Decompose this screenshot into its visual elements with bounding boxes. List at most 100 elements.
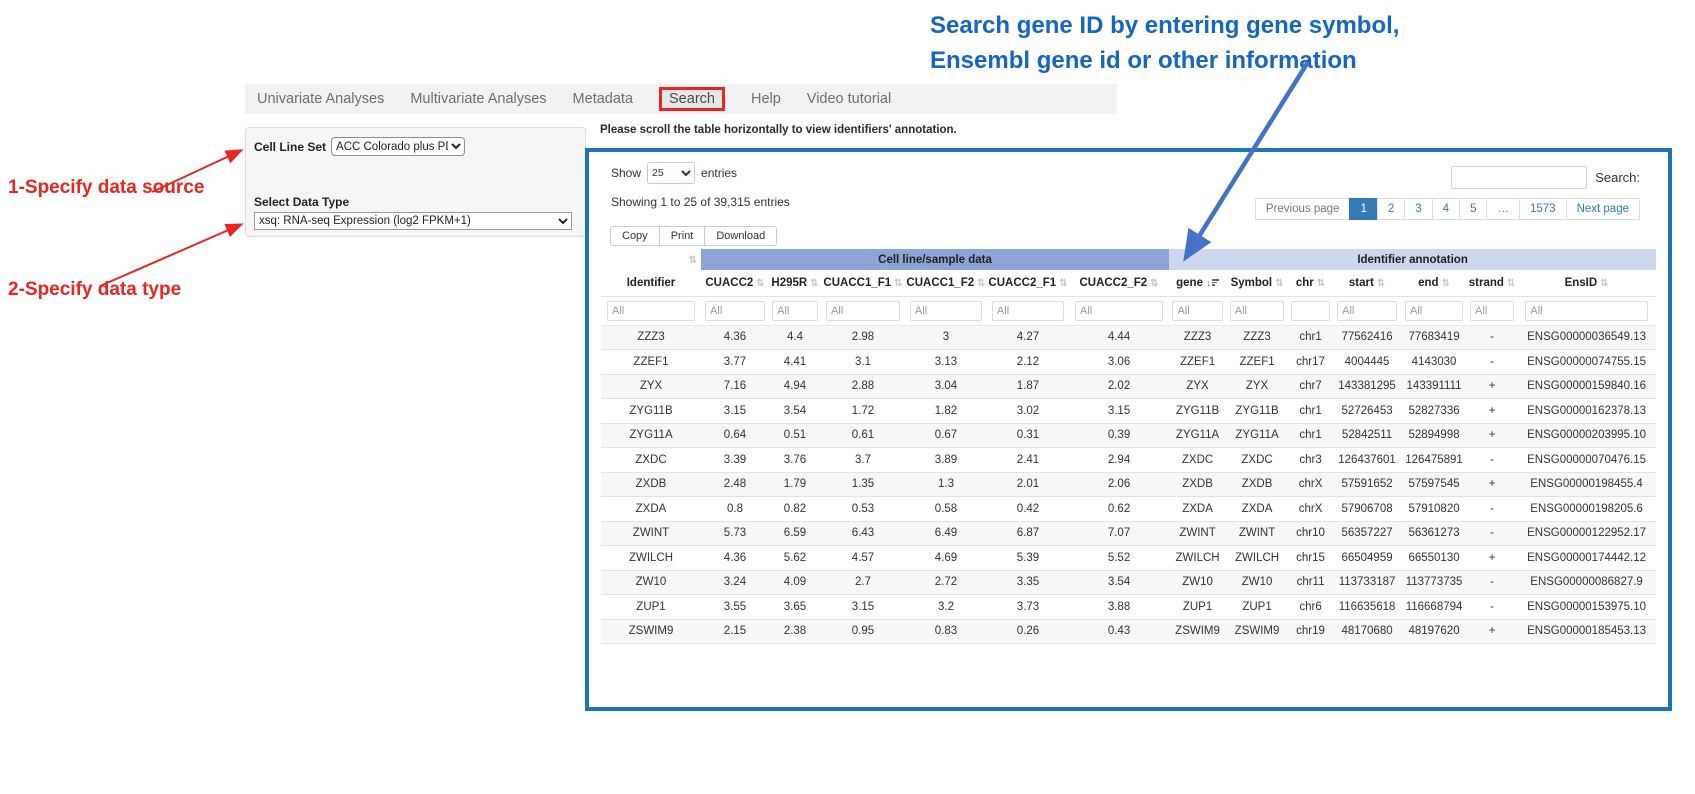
filter-input-end[interactable]: [1405, 301, 1463, 321]
cell-ensid: ENSG00000086827.9: [1517, 570, 1656, 595]
column-header-start[interactable]: start⇅: [1333, 270, 1401, 296]
column-header-ensid[interactable]: EnsID⇅: [1517, 270, 1656, 296]
sort-icon[interactable]: ⇅: [1150, 278, 1158, 289]
sort-icon[interactable]: ⇅: [810, 278, 818, 289]
cell-identifier: ZYG11B: [601, 399, 701, 424]
column-header-cuacc1-f1[interactable]: CUACC1_F1⇅: [821, 270, 905, 296]
sort-icon[interactable]: ⇅: [689, 255, 697, 266]
filter-input-cuacc2[interactable]: [705, 301, 765, 321]
filter-input-chr[interactable]: [1291, 301, 1331, 321]
cell-h295r: 2.38: [769, 619, 821, 644]
cell-cuacc2-f2: 5.52: [1069, 546, 1169, 571]
column-header-label: CUACC2_F1: [988, 277, 1056, 289]
cell-cuacc1-f2: 3.04: [905, 374, 987, 399]
nav-item-search[interactable]: Search: [659, 87, 725, 111]
cell-gene: ZYG11B: [1169, 399, 1226, 424]
cell-cuacc2: 7.16: [701, 374, 769, 399]
cell-start: 56357227: [1333, 521, 1401, 546]
filter-input-identifier[interactable]: [607, 301, 695, 321]
nav-item-help[interactable]: Help: [751, 91, 781, 107]
filter-input-cuacc1-f2[interactable]: [910, 301, 982, 321]
cell-cuacc2-f1: 3.02: [987, 399, 1069, 424]
cell-symbol: ZSWIM9: [1226, 619, 1288, 644]
scroll-hint-text: Please scroll the table horizontally to …: [600, 124, 957, 136]
column-header-identifier[interactable]: Identifier: [601, 270, 701, 296]
print-button[interactable]: Print: [659, 226, 706, 246]
sort-icon[interactable]: ⇅: [756, 278, 764, 289]
cell-end: 56361273: [1401, 521, 1467, 546]
column-header-end[interactable]: end ⇅: [1401, 270, 1467, 296]
cell-end: 4143030: [1401, 350, 1467, 375]
next-page-button[interactable]: Next page: [1566, 198, 1640, 220]
cell-chr: chr1: [1288, 423, 1333, 448]
table-row-zwint: ZWINT5.736.596.436.496.877.07ZWINTZWINTc…: [601, 521, 1656, 546]
page-button-1573[interactable]: 1573: [1519, 198, 1567, 220]
column-header-cuacc2-f1[interactable]: CUACC2_F1⇅: [987, 270, 1069, 296]
cell-h295r: 5.62: [769, 546, 821, 571]
copy-button[interactable]: Copy: [610, 226, 660, 246]
filter-input-cuacc2-f1[interactable]: [992, 301, 1064, 321]
table-row-zzef1: ZZEF13.774.413.13.132.123.06ZZEF1ZZEF1ch…: [601, 350, 1656, 375]
page-button-1[interactable]: 1: [1349, 198, 1377, 220]
column-header-h295r[interactable]: H295R⇅: [769, 270, 821, 296]
page-button-3[interactable]: 3: [1404, 198, 1432, 220]
cell-ensid: ENSG00000185453.13: [1517, 619, 1656, 644]
cell-line-set-select[interactable]: ACC Colorado plus PDX: [331, 137, 465, 156]
search-annotation: Search gene ID by entering gene symbol, …: [930, 8, 1490, 78]
filter-input-cuacc2-f2[interactable]: [1075, 301, 1163, 321]
sort-icon[interactable]: ⇅: [1059, 278, 1067, 289]
table-row-zzz3: ZZZ34.364.42.9834.274.44ZZZ3ZZZ3chr17756…: [601, 325, 1656, 350]
cell-cuacc2-f1: 2.41: [987, 448, 1069, 473]
sort-icon[interactable]: ⇅: [1507, 278, 1515, 289]
download-button[interactable]: Download: [704, 226, 777, 246]
cell-start: 52842511: [1333, 423, 1401, 448]
page-button-5[interactable]: 5: [1459, 198, 1487, 220]
nav-item-multivariate-analyses[interactable]: Multivariate Analyses: [410, 91, 546, 107]
page-button-2[interactable]: 2: [1377, 198, 1405, 220]
cell-strand: +: [1467, 374, 1517, 399]
filter-input-ensid[interactable]: [1525, 301, 1647, 321]
cell-cuacc2: 3.77: [701, 350, 769, 375]
column-header-chr[interactable]: chr⇅: [1288, 270, 1333, 296]
cell-cuacc2-f1: 2.01: [987, 472, 1069, 497]
group-header-sample-data: Cell line/sample data: [701, 249, 1169, 270]
filter-cell: [1467, 296, 1517, 325]
column-header-symbol[interactable]: Symbol⇅: [1226, 270, 1288, 296]
filter-input-strand[interactable]: [1470, 301, 1514, 321]
filter-input-symbol[interactable]: [1230, 301, 1285, 321]
filter-input-h295r[interactable]: [772, 301, 818, 321]
filter-cell: [1288, 296, 1333, 325]
filter-input-start[interactable]: [1337, 301, 1397, 321]
group-header-row: ⇅ Cell line/sample data Identifier annot…: [601, 249, 1656, 270]
nav-item-metadata[interactable]: Metadata: [573, 91, 633, 107]
cell-ensid: ENSG00000198205.6: [1517, 497, 1656, 522]
sort-icon-active[interactable]: ↓: [1206, 278, 1219, 289]
sort-bars-icon: [1212, 279, 1219, 287]
column-header-cuacc2[interactable]: CUACC2⇅: [701, 270, 769, 296]
table-search-input[interactable]: [1451, 166, 1587, 189]
cell-chr: chr6: [1288, 595, 1333, 620]
data-type-select[interactable]: xsq: RNA-seq Expression (log2 FPKM+1): [254, 212, 572, 230]
column-header-label: end: [1418, 277, 1438, 289]
filter-input-gene[interactable]: [1172, 301, 1222, 321]
column-header-gene[interactable]: gene↓: [1169, 270, 1226, 296]
cell-cuacc2: 0.8: [701, 497, 769, 522]
sort-icon[interactable]: ⇅: [1275, 278, 1283, 289]
sort-icon[interactable]: ⇅: [1317, 278, 1325, 289]
filter-input-cuacc1-f1[interactable]: [826, 301, 900, 321]
cell-gene: ZWINT: [1169, 521, 1226, 546]
column-header-cuacc1-f2[interactable]: CUACC1_F2⇅: [905, 270, 987, 296]
column-header-strand[interactable]: strand⇅: [1467, 270, 1517, 296]
nav-item-univariate-analyses[interactable]: Univariate Analyses: [257, 91, 384, 107]
column-header-cuacc2-f2[interactable]: CUACC2_F2⇅: [1069, 270, 1169, 296]
cell-start: 52726453: [1333, 399, 1401, 424]
sort-icon[interactable]: ⇅: [1600, 278, 1608, 289]
cell-symbol: ZXDA: [1226, 497, 1288, 522]
page-length-select[interactable]: 25: [647, 162, 695, 184]
page-button-4[interactable]: 4: [1432, 198, 1460, 220]
nav-item-video-tutorial[interactable]: Video tutorial: [807, 91, 891, 107]
sort-icon[interactable]: ⇅: [894, 278, 902, 289]
sort-icon[interactable]: ⇅: [977, 278, 985, 289]
sort-icon[interactable]: ⇅: [1442, 278, 1450, 289]
sort-icon[interactable]: ⇅: [1377, 278, 1385, 289]
